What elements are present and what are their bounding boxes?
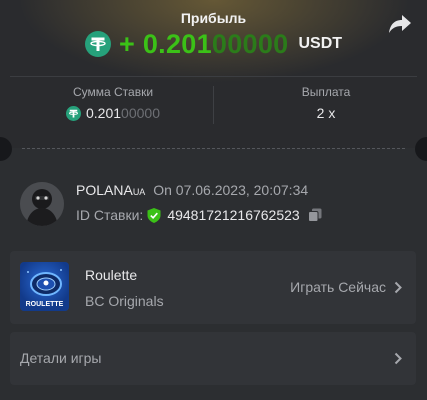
chevron-right-icon xyxy=(394,281,402,293)
game-details-label: Детали игры xyxy=(20,350,102,366)
bet-user-line: POLANAUA On 07.06.2023, 20:07:34 xyxy=(76,182,308,198)
game-thumbnail: ROULETTE xyxy=(20,262,69,311)
payout-stat: Выплата 2 x xyxy=(226,85,426,121)
payout-value: 2 x xyxy=(316,105,336,121)
game-name: Roulette xyxy=(85,267,138,283)
svg-text:ROULETTE: ROULETTE xyxy=(26,301,64,308)
profit-value: + 0.20100000 xyxy=(118,28,289,59)
copy-icon[interactable] xyxy=(307,208,322,222)
user-name[interactable]: POLANA xyxy=(76,182,133,198)
user-country-badge: UA xyxy=(132,187,146,197)
roulette-wheel-icon: ROULETTE xyxy=(26,269,64,308)
payout-label: Выплата xyxy=(301,85,351,99)
avatar[interactable] xyxy=(20,182,64,226)
profit-amount: + 0.20100000 USDT xyxy=(0,28,427,60)
bet-amount-label: Сумма Ставки xyxy=(72,85,154,99)
tether-icon xyxy=(66,105,81,121)
game-provider: BC Originals xyxy=(85,293,164,309)
avatar-image xyxy=(20,182,64,226)
divider xyxy=(10,76,417,77)
bet-amount-value: 0.20100000 xyxy=(13,105,213,121)
chevron-right-icon xyxy=(394,352,402,365)
bet-detail-card: Прибыль + 0.20100000 USDT Сумма Ставки 0… xyxy=(0,0,427,400)
stats-divider xyxy=(213,86,214,124)
bet-id-line: ID Ставки: 49481721216762523 xyxy=(76,207,322,223)
profit-title: Прибыль xyxy=(180,10,247,26)
profit-currency: USDT xyxy=(298,35,343,52)
on-prefix: On xyxy=(153,182,172,198)
ticket-notch-right xyxy=(415,137,427,161)
game-card[interactable]: ROULETTE Roulette BC Originals Играть Се… xyxy=(10,251,416,324)
bet-id-label: ID Ставки: xyxy=(76,207,144,223)
play-now-label: Играть Сейчас xyxy=(290,279,386,295)
bet-timestamp: 07.06.2023, 20:07:34 xyxy=(175,182,309,198)
bet-amount-stat: Сумма Ставки 0.20100000 xyxy=(13,85,213,121)
game-details-row[interactable]: Детали игры xyxy=(10,332,416,385)
profit-header: Прибыль + 0.20100000 USDT Сумма Ставки 0… xyxy=(0,0,427,148)
shield-check-icon xyxy=(147,207,161,223)
bet-id-value: 49481721216762523 xyxy=(167,207,300,223)
dashed-divider xyxy=(22,148,405,149)
tether-icon xyxy=(84,31,111,57)
play-now-button[interactable]: Играть Сейчас xyxy=(290,279,402,295)
